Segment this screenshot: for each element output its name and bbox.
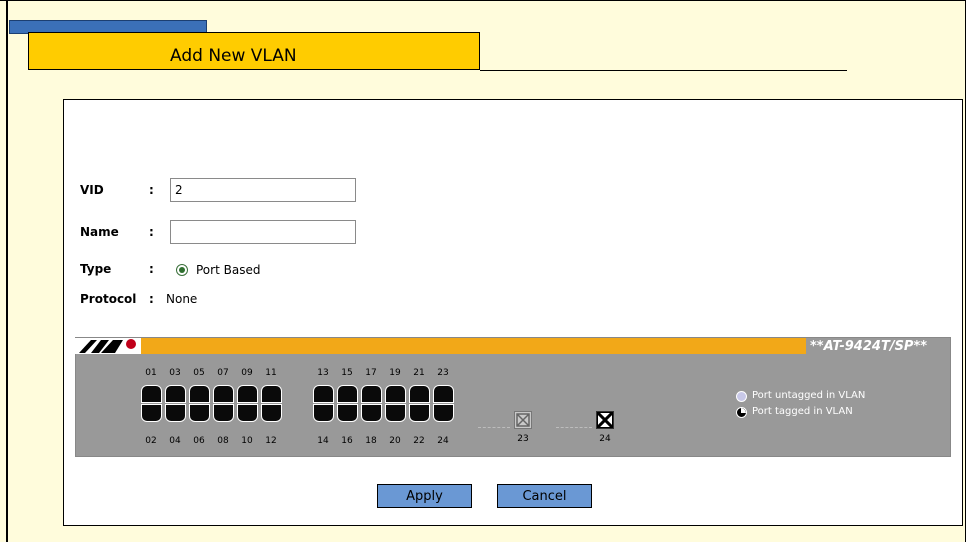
window-top-border (0, 0, 966, 1)
port-number-label: 15 (341, 368, 353, 378)
protocol-label: Protocol (80, 292, 137, 306)
port-18[interactable] (361, 404, 382, 422)
port-number-label: 04 (169, 436, 181, 446)
type-separator: : (149, 262, 154, 276)
port-number-label: 23 (437, 368, 449, 378)
tagged-legend-label: Port tagged in VLAN (752, 406, 853, 417)
port-number-label: 19 (389, 368, 401, 378)
sfp-port-23[interactable] (514, 411, 532, 429)
port-divider-left (478, 427, 510, 429)
port-17[interactable] (361, 385, 382, 403)
port-23[interactable] (433, 385, 454, 403)
sfp-port-23-label: 23 (517, 434, 529, 444)
brand-logo (75, 338, 141, 354)
port-05[interactable] (189, 385, 210, 403)
port-19[interactable] (385, 385, 406, 403)
port-number-label: 16 (341, 436, 353, 446)
form-panel (63, 99, 963, 526)
type-label: Type (80, 262, 112, 276)
port-21[interactable] (409, 385, 430, 403)
untagged-legend-icon (736, 391, 747, 402)
page-title: Add New VLAN (170, 46, 297, 66)
port-number-label: 18 (365, 436, 377, 446)
port-09[interactable] (237, 385, 258, 403)
port-number-label: 01 (145, 368, 157, 378)
vid-label: VID (80, 183, 104, 197)
port-01[interactable] (141, 385, 162, 403)
port-24[interactable] (433, 404, 454, 422)
port-02[interactable] (141, 404, 162, 422)
port-number-label: 08 (217, 436, 229, 446)
port-based-radio[interactable] (176, 264, 188, 276)
port-08[interactable] (213, 404, 234, 422)
window-left-border (6, 0, 8, 542)
vid-input[interactable] (170, 178, 356, 202)
name-input[interactable] (170, 220, 356, 244)
sfp-port-24[interactable] (596, 411, 614, 429)
vid-separator: : (149, 183, 154, 197)
port-04[interactable] (165, 404, 186, 422)
switch-accent-bar (141, 338, 806, 354)
port-number-label: 24 (437, 436, 449, 446)
port-22[interactable] (409, 404, 430, 422)
port-20[interactable] (385, 404, 406, 422)
port-number-label: 06 (193, 436, 205, 446)
port-07[interactable] (213, 385, 234, 403)
port-10[interactable] (237, 404, 258, 422)
port-number-label: 21 (413, 368, 425, 378)
port-number-label: 03 (169, 368, 181, 378)
switch-model: **AT-9424T/SP** (810, 339, 928, 354)
port-number-label: 09 (241, 368, 253, 378)
port-divider-right (556, 427, 592, 429)
port-12[interactable] (261, 404, 282, 422)
port-number-label: 13 (317, 368, 329, 378)
protocol-value: None (166, 292, 198, 306)
port-14[interactable] (313, 404, 334, 422)
port-13[interactable] (313, 385, 334, 403)
port-number-label: 07 (217, 368, 229, 378)
port-number-label: 02 (145, 436, 157, 446)
port-based-label: Port Based (196, 263, 261, 277)
protocol-separator: : (149, 292, 154, 306)
port-number-label: 11 (265, 368, 277, 378)
port-number-label: 22 (413, 436, 425, 446)
untagged-legend-label: Port untagged in VLAN (752, 390, 866, 401)
port-number-label: 12 (265, 436, 277, 446)
name-separator: : (149, 225, 154, 239)
name-label: Name (80, 225, 119, 239)
sfp-port-24-label: 24 (599, 434, 611, 444)
port-15[interactable] (337, 385, 358, 403)
port-03[interactable] (165, 385, 186, 403)
port-06[interactable] (189, 404, 210, 422)
port-16[interactable] (337, 404, 358, 422)
cancel-button[interactable]: Cancel (497, 484, 592, 508)
tagged-legend-icon (736, 407, 747, 418)
port-number-label: 20 (389, 436, 401, 446)
port-number-label: 17 (365, 368, 377, 378)
port-11[interactable] (261, 385, 282, 403)
port-number-label: 10 (241, 436, 253, 446)
port-number-label: 14 (317, 436, 329, 446)
apply-button[interactable]: Apply (377, 484, 472, 508)
title-underline (480, 70, 847, 71)
port-number-label: 05 (193, 368, 205, 378)
